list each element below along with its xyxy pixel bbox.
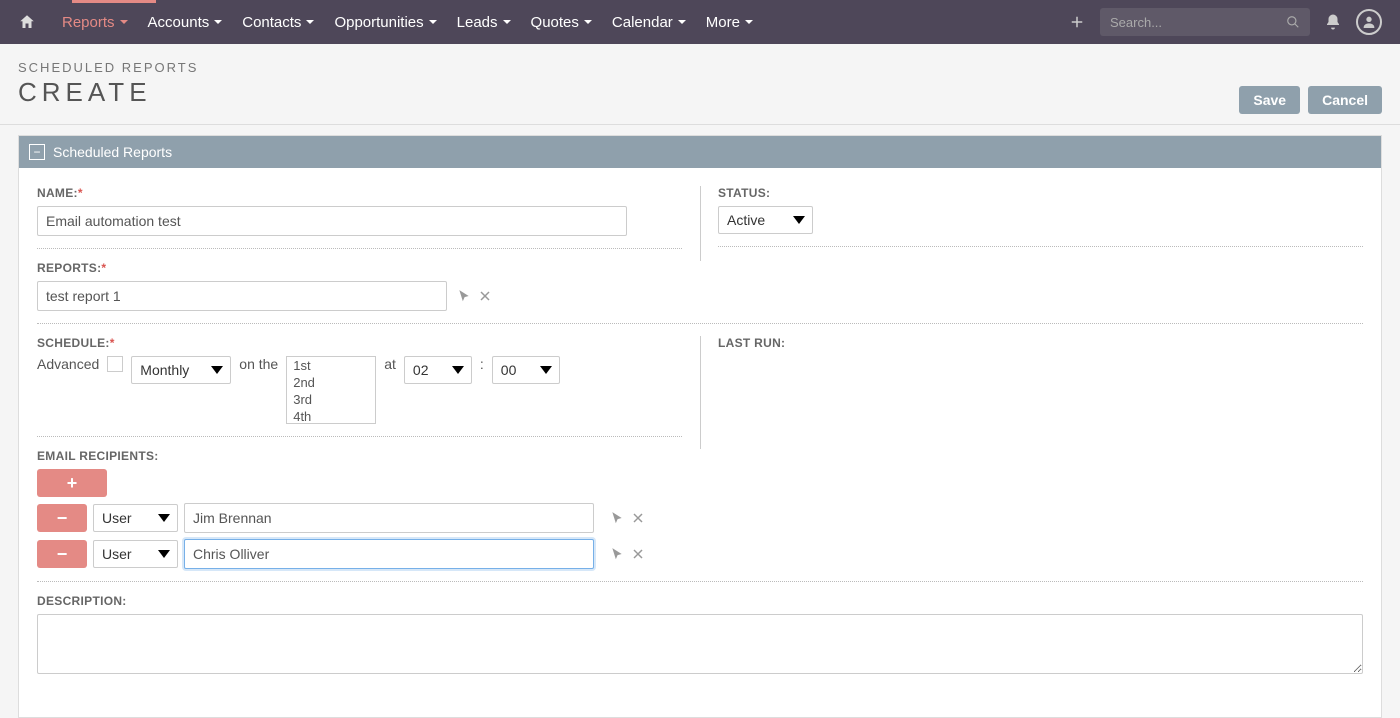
- breadcrumb: SCHEDULED REPORTS: [18, 60, 1239, 75]
- pointer-icon[interactable]: [610, 547, 624, 561]
- scheduled-reports-panel: − Scheduled Reports NAME:* STATUS: Activ…: [18, 135, 1382, 718]
- day-listbox[interactable]: 1st2nd3rd4th: [286, 356, 376, 424]
- at-label: at: [384, 356, 396, 372]
- chevron-down-icon: [306, 20, 314, 24]
- email-recipients-block: EMAIL RECIPIENTS: + −User−User: [19, 449, 1381, 569]
- chevron-down-icon: [584, 20, 592, 24]
- day-option[interactable]: 3rd: [287, 391, 375, 408]
- nav-left: Reports Accounts Contacts Opportunities …: [18, 0, 763, 44]
- recipients-label: EMAIL RECIPIENTS:: [37, 449, 1363, 463]
- status-label: STATUS:: [718, 186, 1363, 200]
- header-actions: Save Cancel: [1239, 86, 1382, 114]
- clear-icon[interactable]: [632, 548, 644, 560]
- chevron-down-icon: [214, 20, 222, 24]
- add-recipient-button[interactable]: +: [37, 469, 107, 497]
- cancel-button[interactable]: Cancel: [1308, 86, 1382, 114]
- row-reports: REPORTS:*: [19, 261, 1381, 311]
- nav-plus-icon[interactable]: [1068, 13, 1086, 31]
- row-name-status: NAME:* STATUS: Active: [19, 186, 1381, 261]
- clear-icon[interactable]: [632, 512, 644, 524]
- recipient-name-input[interactable]: [184, 503, 594, 533]
- remove-recipient-button[interactable]: −: [37, 504, 87, 532]
- recipient-row: −User: [37, 539, 1363, 569]
- nav-item-leads[interactable]: Leads: [447, 0, 521, 44]
- minute-select[interactable]: 00: [492, 356, 560, 384]
- status-select-wrap: Active: [718, 206, 813, 234]
- active-tab-indicator: [72, 0, 156, 3]
- frequency-select[interactable]: Monthly: [131, 356, 231, 384]
- chevron-down-icon: [429, 20, 437, 24]
- description-label: DESCRIPTION:: [37, 594, 1363, 608]
- time-colon: :: [480, 356, 484, 372]
- remove-recipient-button[interactable]: −: [37, 540, 87, 568]
- recipient-name-input[interactable]: [184, 539, 594, 569]
- panel-header: − Scheduled Reports: [19, 136, 1381, 168]
- page-header: SCHEDULED REPORTS CREATE Save Cancel: [0, 44, 1400, 125]
- recipient-type-select[interactable]: User: [93, 504, 178, 532]
- dotted-separator: [37, 323, 1363, 324]
- save-button[interactable]: Save: [1239, 86, 1300, 114]
- page-title: CREATE: [18, 77, 1239, 108]
- dotted-separator: [37, 436, 682, 437]
- advanced-label: Advanced: [37, 356, 99, 372]
- description-block: DESCRIPTION:: [19, 594, 1381, 677]
- vertical-divider: [700, 336, 701, 449]
- user-avatar-icon[interactable]: [1356, 9, 1382, 35]
- panel-title: Scheduled Reports: [53, 144, 172, 160]
- description-textarea[interactable]: [37, 614, 1363, 674]
- day-option[interactable]: 1st: [287, 357, 375, 374]
- recipient-row: −User: [37, 503, 1363, 533]
- search-input[interactable]: [1110, 15, 1286, 30]
- reports-input[interactable]: [37, 281, 447, 311]
- top-navbar: Reports Accounts Contacts Opportunities …: [0, 0, 1400, 44]
- day-option[interactable]: 4th: [287, 408, 375, 424]
- chevron-down-icon: [503, 20, 511, 24]
- last-run-label: LAST RUN:: [718, 336, 1363, 350]
- day-option[interactable]: 2nd: [287, 374, 375, 391]
- vertical-divider: [700, 186, 701, 261]
- nav-item-more[interactable]: More: [696, 0, 763, 44]
- schedule-label: SCHEDULE:*: [37, 336, 682, 350]
- row-schedule-lastrun: SCHEDULE:* Advanced Monthly on the 1st2n…: [19, 336, 1381, 449]
- clear-icon[interactable]: [479, 290, 491, 302]
- collapse-icon[interactable]: −: [29, 144, 45, 160]
- nav-item-accounts[interactable]: Accounts: [138, 0, 233, 44]
- reports-label: REPORTS:*: [37, 261, 1363, 275]
- pointer-icon[interactable]: [610, 511, 624, 525]
- on-the-label: on the: [239, 356, 278, 372]
- nav-item-calendar[interactable]: Calendar: [602, 0, 696, 44]
- dotted-separator: [37, 248, 682, 249]
- nav-item-contacts[interactable]: Contacts: [232, 0, 324, 44]
- recipient-type-select[interactable]: User: [93, 540, 178, 568]
- search-box[interactable]: [1100, 8, 1310, 36]
- schedule-controls: Advanced Monthly on the 1st2nd3rd4th at …: [37, 356, 682, 424]
- nav-item-opportunities[interactable]: Opportunities: [324, 0, 446, 44]
- search-icon[interactable]: [1286, 15, 1300, 29]
- nav-item-reports[interactable]: Reports: [52, 0, 138, 44]
- dotted-separator: [37, 581, 1363, 582]
- notifications-icon[interactable]: [1324, 13, 1342, 31]
- hour-select[interactable]: 02: [404, 356, 472, 384]
- nav-right: [1068, 8, 1382, 36]
- chevron-down-icon: [745, 20, 753, 24]
- pointer-icon[interactable]: [457, 289, 471, 303]
- name-input[interactable]: [37, 206, 627, 236]
- home-icon[interactable]: [18, 13, 36, 31]
- name-label: NAME:*: [37, 186, 682, 200]
- dotted-separator: [718, 246, 1363, 247]
- status-select[interactable]: Active: [718, 206, 813, 234]
- advanced-checkbox[interactable]: [107, 356, 123, 372]
- nav-item-quotes[interactable]: Quotes: [521, 0, 602, 44]
- chevron-down-icon: [678, 20, 686, 24]
- chevron-down-icon: [120, 20, 128, 24]
